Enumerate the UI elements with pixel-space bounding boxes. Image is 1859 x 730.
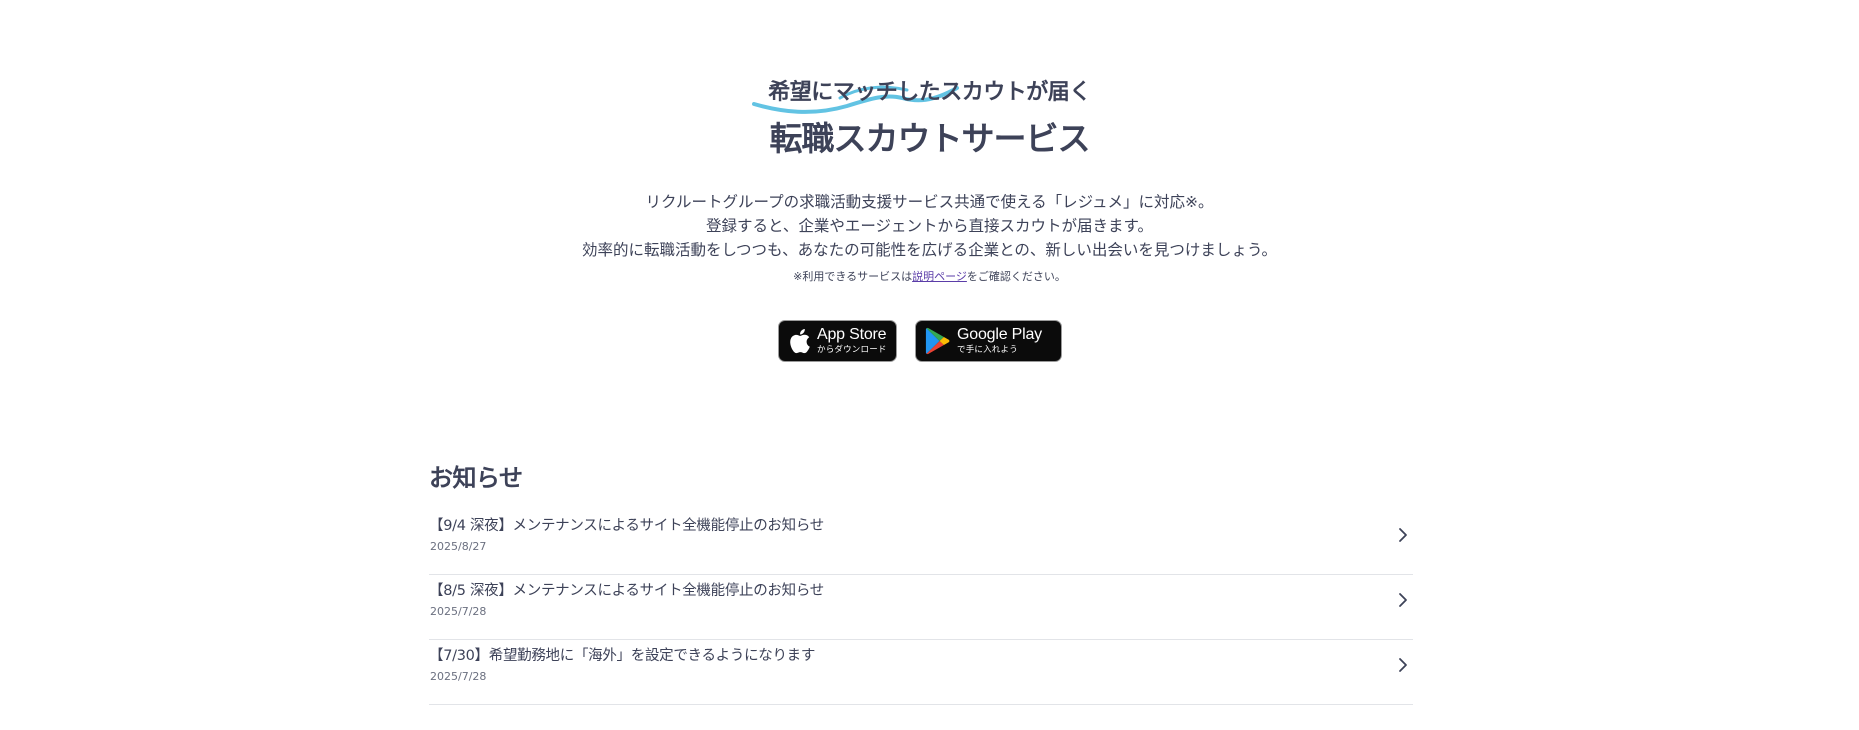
news-item-date: 2025/7/28 [430, 605, 487, 618]
note-prefix: ※利用できるサービスは [793, 270, 913, 283]
news-section: お知らせ 【9/4 深夜】メンテナンスによるサイト全機能停止のお知らせ 2025… [429, 460, 1413, 705]
explanation-page-link[interactable]: 説明ページ [912, 270, 967, 283]
news-list: 【9/4 深夜】メンテナンスによるサイト全機能停止のお知らせ 2025/8/27… [429, 510, 1413, 705]
note-suffix: をご確認ください。 [966, 270, 1066, 283]
google-play-label: Google Play [957, 326, 1042, 344]
app-store-sublabel: からダウンロード [817, 345, 887, 356]
news-item-date: 2025/7/28 [430, 670, 487, 683]
news-item[interactable]: 【9/4 深夜】メンテナンスによるサイト全機能停止のお知らせ 2025/8/27 [429, 510, 1413, 575]
news-item[interactable]: 【7/30】希望勤務地に「海外」を設定できるようになります 2025/7/28 [429, 640, 1413, 705]
google-play-icon [925, 327, 951, 355]
news-item-date: 2025/8/27 [430, 540, 487, 553]
description-line: リクルートグループの求職活動支援サービス共通で使える「レジュメ」に対応※。 [645, 193, 1214, 211]
app-store-buttons: App Store からダウンロード Google Play で手に入れよう [778, 320, 1062, 364]
hero-note: ※利用できるサービスは説明ページをご確認ください。 [0, 268, 1859, 284]
news-heading: お知らせ [429, 464, 523, 492]
chevron-right-icon [1399, 658, 1407, 672]
chevron-right-icon [1399, 528, 1407, 542]
apple-icon [789, 328, 811, 354]
news-item[interactable]: 【8/5 深夜】メンテナンスによるサイト全機能停止のお知らせ 2025/7/28 [429, 575, 1413, 640]
hero-tagline: 希望にマッチしたスカウトが届く [768, 80, 1091, 105]
news-item-title: 【8/5 深夜】メンテナンスによるサイト全機能停止のお知らせ [429, 583, 824, 599]
google-play-sublabel: で手に入れよう [957, 345, 1018, 356]
news-item-title: 【9/4 深夜】メンテナンスによるサイト全機能停止のお知らせ [429, 518, 824, 534]
chevron-right-icon [1399, 593, 1407, 607]
app-store-button[interactable]: App Store からダウンロード [778, 320, 897, 362]
description-line: 登録すると、企業やエージェントから直接スカウトが届きます。 [705, 217, 1154, 235]
hero-description: リクルートグループの求職活動支援サービス共通で使える「レジュメ」に対応※。 登録… [0, 190, 1859, 262]
google-play-button[interactable]: Google Play で手に入れよう [915, 320, 1062, 362]
description-line: 効率的に転職活動をしつつも、あなたの可能性を広げる企業との、新しい出会いを見つけ… [581, 241, 1278, 259]
app-store-label: App Store [817, 326, 887, 344]
news-item-title: 【7/30】希望勤務地に「海外」を設定できるようになります [429, 648, 816, 664]
page-title: 転職スカウトサービス [769, 119, 1091, 158]
